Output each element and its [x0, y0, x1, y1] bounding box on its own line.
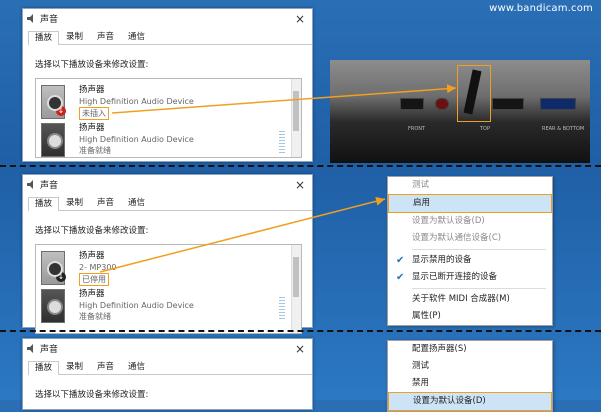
annotation-arrows	[99, 84, 457, 273]
arrow-to-plug	[111, 84, 457, 114]
arrow-to-enable	[99, 196, 386, 273]
